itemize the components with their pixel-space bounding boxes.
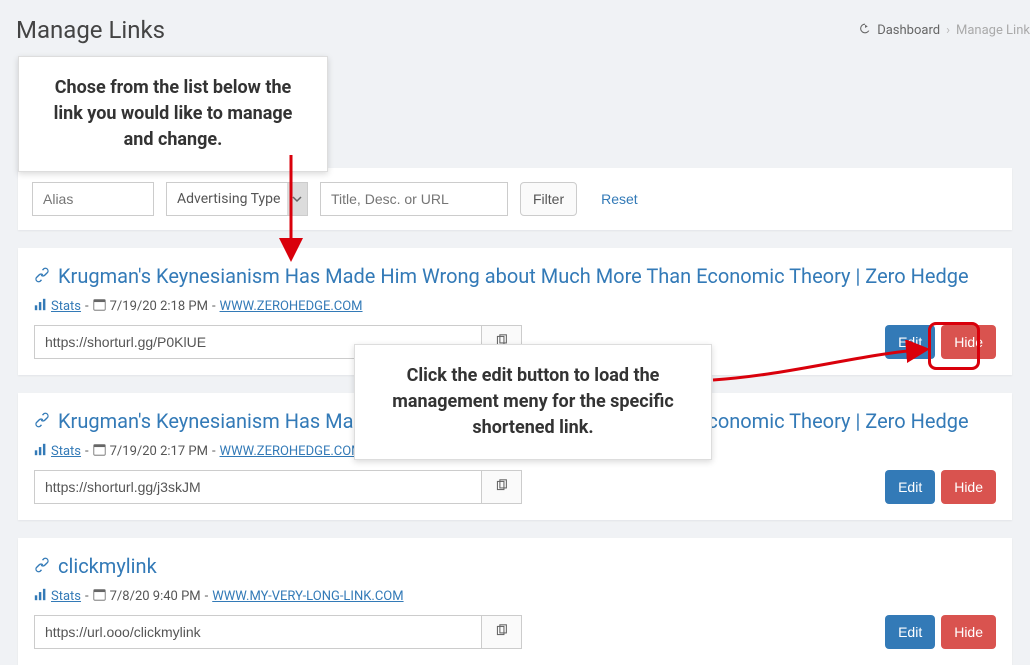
- hide-button[interactable]: Hide: [941, 615, 996, 649]
- short-url-input[interactable]: [35, 616, 481, 648]
- link-meta: Stats - 7/8/20 9:40 PM - WWW.MY-VERY-LON…: [34, 588, 996, 605]
- stats-link[interactable]: Stats: [51, 444, 81, 459]
- short-url-box: [34, 615, 522, 649]
- link-actions: Edit Hide: [885, 470, 996, 504]
- copy-button[interactable]: [481, 471, 521, 503]
- advertising-type-label: Advertising Type: [177, 191, 280, 207]
- link-title-text: Krugman's Keynesianism Has Made Him Wron…: [58, 264, 969, 288]
- link-url-row: Edit Hide: [34, 615, 996, 649]
- breadcrumb-current: Manage Link: [956, 23, 1030, 38]
- calendar-icon: [93, 588, 106, 605]
- link-domain[interactable]: WWW.ZEROHEDGE.COM: [220, 299, 363, 314]
- tooltip-choose-link: Chose from the list below the link you w…: [18, 56, 328, 172]
- breadcrumb-dashboard[interactable]: Dashboard: [877, 23, 940, 38]
- copy-icon: [495, 479, 508, 496]
- chevron-down-icon: [287, 183, 307, 215]
- filter-button[interactable]: Filter: [520, 182, 577, 216]
- hide-button[interactable]: Hide: [941, 470, 996, 504]
- short-url-box: [34, 470, 522, 504]
- copy-icon: [495, 624, 508, 641]
- link-icon: [34, 554, 50, 578]
- link-domain[interactable]: WWW.MY-VERY-LONG-LINK.COM: [212, 589, 403, 604]
- hide-button[interactable]: Hide: [941, 325, 996, 359]
- dashboard-icon: [858, 22, 871, 39]
- link-domain[interactable]: WWW.ZEROHEDGE.COM: [220, 444, 363, 459]
- link-title[interactable]: clickmylink: [34, 554, 996, 578]
- breadcrumb: Dashboard › Manage Link: [858, 22, 1030, 39]
- stats-icon: [34, 588, 47, 605]
- filter-bar: Advertising Type Filter Reset: [18, 168, 1012, 230]
- tooltip-click-edit: Click the edit button to load the manage…: [354, 344, 712, 460]
- link-meta: Stats - 7/19/20 2:18 PM - WWW.ZEROHEDGE.…: [34, 298, 996, 315]
- short-url-input[interactable]: [35, 471, 481, 503]
- edit-button[interactable]: Edit: [885, 325, 935, 359]
- edit-button[interactable]: Edit: [885, 470, 935, 504]
- calendar-icon: [93, 298, 106, 315]
- link-icon: [34, 409, 50, 433]
- link-actions: Edit Hide: [885, 325, 996, 359]
- stats-link[interactable]: Stats: [51, 589, 81, 604]
- link-actions: Edit Hide: [885, 615, 996, 649]
- stats-icon: [34, 298, 47, 315]
- page-header: Manage Links Dashboard › Manage Link: [0, 0, 1030, 58]
- edit-button[interactable]: Edit: [885, 615, 935, 649]
- page-title: Manage Links: [16, 16, 165, 44]
- reset-button[interactable]: Reset: [589, 182, 650, 216]
- link-timestamp: 7/8/20 9:40 PM: [110, 589, 201, 604]
- link-card: clickmylink Stats - 7/8/20 9:40 PM - WWW…: [18, 538, 1012, 665]
- link-icon: [34, 264, 50, 288]
- stats-icon: [34, 443, 47, 460]
- calendar-icon: [93, 443, 106, 460]
- link-title-text: clickmylink: [58, 554, 157, 578]
- link-timestamp: 7/19/20 2:17 PM: [110, 444, 208, 459]
- stats-link[interactable]: Stats: [51, 299, 81, 314]
- advertising-type-select[interactable]: Advertising Type: [166, 182, 308, 216]
- copy-button[interactable]: [481, 616, 521, 648]
- link-title[interactable]: Krugman's Keynesianism Has Made Him Wron…: [34, 264, 996, 288]
- title-search-input[interactable]: [320, 182, 508, 216]
- link-timestamp: 7/19/20 2:18 PM: [110, 299, 208, 314]
- alias-input[interactable]: [32, 182, 154, 216]
- link-url-row: Edit Hide: [34, 470, 996, 504]
